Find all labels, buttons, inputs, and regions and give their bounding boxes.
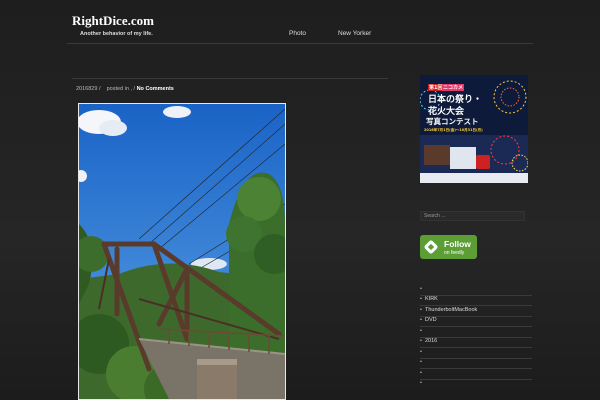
post-category: posted in , <box>106 86 132 92</box>
feedly-follow-label: Follow <box>444 239 471 249</box>
list-item[interactable]: • 2016 <box>420 338 532 348</box>
list-item[interactable]: • <box>420 286 532 296</box>
banner-badge-right: ニコカメ <box>442 84 465 91</box>
list-item[interactable]: • <box>420 380 532 390</box>
search-input[interactable] <box>420 211 525 221</box>
list-item[interactable]: • ThunderboltMacBook <box>420 307 532 317</box>
list-item[interactable]: • KIRK <box>420 296 532 306</box>
nav-item-photo[interactable]: Photo <box>289 30 306 37</box>
comments-link[interactable]: No Comments <box>137 86 174 92</box>
site-tagline: Another behavior of my life. <box>80 31 153 37</box>
list-item[interactable]: • <box>420 328 532 338</box>
feedly-sub-label: on feedly <box>444 250 465 256</box>
post-meta: 2016829 / posted in , / No Comments <box>76 86 174 92</box>
nav-item-new-yorker[interactable]: New Yorker <box>338 30 371 37</box>
list-item[interactable]: • <box>420 359 532 369</box>
list-item[interactable]: • <box>420 349 532 359</box>
list-item[interactable]: • <box>420 370 532 380</box>
contest-banner[interactable]: 第1回 ニコカメ 日本の祭り・ 花火大会 写真コンテスト 2016年7月1日(金… <box>420 75 528 183</box>
post-date: 2016829 / <box>76 86 101 92</box>
banner-line3: 写真コンテスト <box>426 117 479 126</box>
header-divider <box>67 43 533 44</box>
feedly-icon <box>423 239 439 255</box>
post-divider <box>72 78 388 79</box>
bridge-photo-image <box>79 104 285 399</box>
list-item[interactable]: • DVD <box>420 317 532 327</box>
post-photo[interactable] <box>78 103 286 400</box>
banner-dates: 2016年7月1日(金)～10月31日(月) <box>424 128 483 132</box>
follow-feedly-button[interactable]: Follow on feedly <box>420 235 477 259</box>
meta-separator: / <box>133 86 136 92</box>
site-title[interactable]: RightDice.com <box>72 13 154 29</box>
